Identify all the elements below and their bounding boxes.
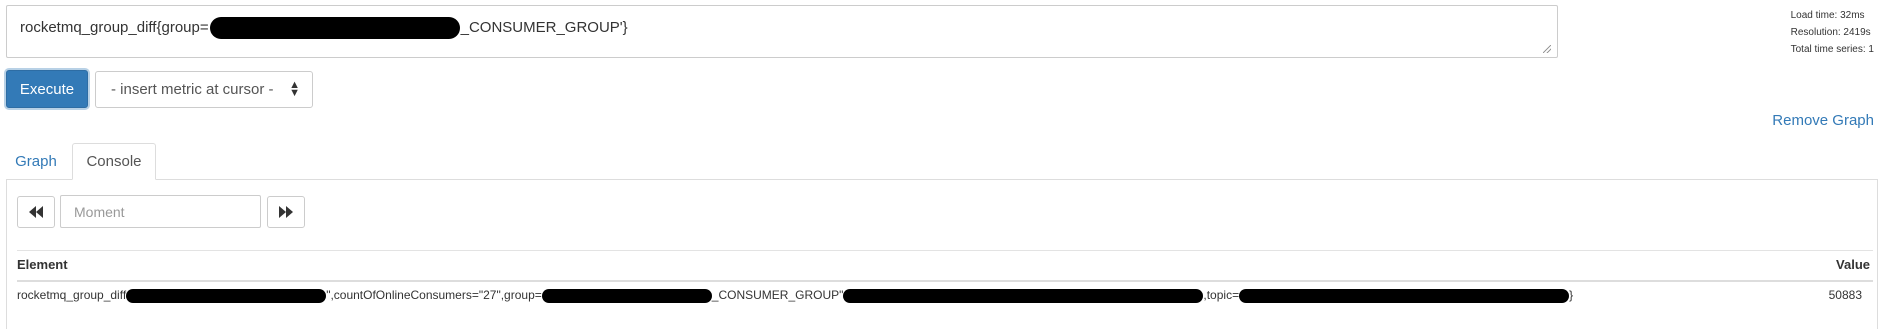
remove-graph-link[interactable]: Remove Graph bbox=[1772, 112, 1874, 129]
tab-graph[interactable]: Graph bbox=[6, 143, 66, 180]
moment-input[interactable]: Moment bbox=[60, 195, 261, 228]
table-header-divider bbox=[17, 280, 1873, 282]
backward-icon bbox=[29, 206, 43, 218]
element-labels-part: ",countOfOnlineConsumers="27",group= bbox=[326, 288, 542, 302]
insert-metric-select[interactable]: - insert metric at cursor - ▲ ▼ bbox=[95, 71, 313, 108]
redacted-value bbox=[126, 288, 327, 303]
load-time: Load time: 32ms bbox=[1790, 10, 1865, 21]
element-closing-brace: } bbox=[1569, 288, 1574, 302]
expression-text: rocketmq_group_diff{group= _CONSUMER_GROU… bbox=[20, 17, 628, 39]
table-top-border bbox=[17, 250, 1873, 251]
column-header-element: Element bbox=[17, 257, 68, 272]
table-row-value: 50883 bbox=[1828, 288, 1862, 302]
resize-handle-icon[interactable] bbox=[1543, 45, 1551, 53]
column-header-value: Value bbox=[1836, 257, 1870, 272]
expression-input[interactable]: rocketmq_group_diff{group= _CONSUMER_GROU… bbox=[6, 5, 1558, 58]
element-metric-name: rocketmq_group_diff bbox=[17, 288, 127, 302]
forward-icon bbox=[279, 206, 293, 218]
select-caret-icon: ▲ ▼ bbox=[289, 79, 300, 99]
redacted-value bbox=[843, 288, 1204, 303]
insert-metric-select-value: - insert metric at cursor - bbox=[111, 81, 274, 98]
moment-back-button[interactable] bbox=[17, 196, 55, 228]
redacted-value bbox=[209, 17, 460, 39]
redacted-value bbox=[541, 288, 712, 303]
tab-console[interactable]: Console bbox=[72, 143, 156, 180]
expression-suffix: _CONSUMER_GROUP'} bbox=[460, 18, 628, 36]
resolution: Resolution: 2419s bbox=[1790, 27, 1871, 38]
execute-button[interactable]: Execute bbox=[6, 70, 88, 108]
total-time-series: Total time series: 1 bbox=[1790, 44, 1874, 55]
query-stats: Load time: 32ms Resolution: 2419s Total … bbox=[1791, 7, 1874, 58]
moment-forward-button[interactable] bbox=[267, 196, 305, 228]
redacted-value bbox=[1239, 288, 1570, 303]
element-group-suffix: _CONSUMER_GROUP" bbox=[711, 288, 844, 302]
expression-prefix: rocketmq_group_diff{group= bbox=[20, 18, 209, 36]
table-row-element: rocketmq_group_diff ",countOfOnlineConsum… bbox=[17, 288, 1573, 303]
element-topic-label: ,topic= bbox=[1203, 288, 1240, 302]
